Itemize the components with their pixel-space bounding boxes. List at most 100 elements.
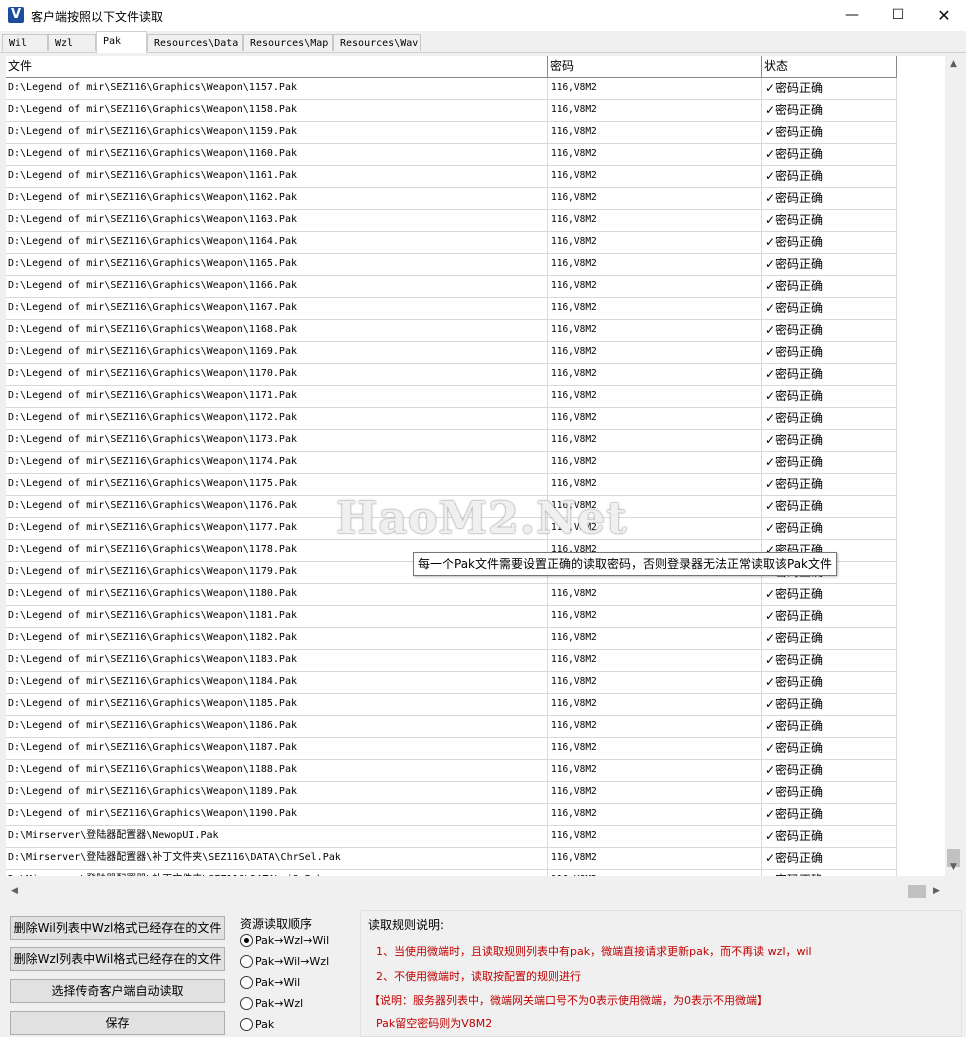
table-row[interactable]: D:\Legend of mir\SEZ116\Graphics\Weapon\… [6, 386, 897, 408]
column-header-password[interactable]: 密码 [548, 56, 762, 77]
horizontal-scrollbar[interactable]: ◀ ▶ [6, 883, 945, 900]
window-title: 客户端按照以下文件读取 [31, 10, 164, 24]
column-header-status[interactable]: 状态 [762, 56, 897, 77]
password-cell[interactable]: 116,V8M2 [548, 716, 762, 737]
radio-pak-wil[interactable]: Pak→Wil [240, 974, 300, 992]
scroll-right-icon[interactable]: ▶ [928, 883, 945, 900]
table-row[interactable]: D:\Legend of mir\SEZ116\Graphics\Weapon\… [6, 78, 897, 100]
save-button[interactable]: 保存 [10, 1011, 225, 1035]
password-cell[interactable]: 116,V8M2 [548, 122, 762, 143]
tab-resources-data[interactable]: Resources\Data [147, 34, 243, 51]
radio-pak-wil-wzl[interactable]: Pak→Wil→Wzl [240, 953, 329, 971]
password-cell[interactable]: 116,V8M2 [548, 408, 762, 429]
password-cell[interactable]: 116,V8M2 [548, 78, 762, 99]
vertical-scrollbar[interactable]: ▲ ▼ [945, 56, 962, 876]
table-row[interactable]: D:\Legend of mir\SEZ116\Graphics\Weapon\… [6, 122, 897, 144]
password-cell[interactable]: 116,V8M2 [548, 144, 762, 165]
password-cell[interactable]: 116,V8M2 [548, 342, 762, 363]
password-cell[interactable]: 116,V8M2 [548, 672, 762, 693]
radio-pak-wzl[interactable]: Pak→Wzl [240, 995, 303, 1013]
scroll-down-icon[interactable]: ▼ [945, 859, 962, 876]
table-row[interactable]: D:\Mirserver\登陆器配置器\补丁文件夹\SEZ116\DATA\Ch… [6, 848, 897, 870]
table-row[interactable]: D:\Legend of mir\SEZ116\Graphics\Weapon\… [6, 254, 897, 276]
password-cell[interactable]: 116,V8M2 [548, 320, 762, 341]
table-row[interactable]: D:\Legend of mir\SEZ116\Graphics\Weapon\… [6, 452, 897, 474]
password-cell[interactable]: 116,V8M2 [548, 848, 762, 869]
password-cell[interactable]: 116,V8M2 [548, 298, 762, 319]
table-row[interactable]: D:\Legend of mir\SEZ116\Graphics\Weapon\… [6, 584, 897, 606]
table-row[interactable]: D:\Legend of mir\SEZ116\Graphics\Weapon\… [6, 210, 897, 232]
table-row[interactable]: D:\Legend of mir\SEZ116\Graphics\Weapon\… [6, 320, 897, 342]
delete-wzl-in-wil-button[interactable]: 删除Wil列表中Wzl格式已经存在的文件 [10, 916, 225, 940]
password-cell[interactable]: 116,V8M2 [548, 804, 762, 825]
file-grid[interactable]: 文件 密码 状态 D:\Legend of mir\SEZ116\Graphic… [6, 56, 945, 876]
password-cell[interactable]: 116,V8M2 [548, 782, 762, 803]
table-row[interactable]: D:\Legend of mir\SEZ116\Graphics\Weapon\… [6, 672, 897, 694]
password-cell[interactable]: 116,V8M2 [548, 100, 762, 121]
password-cell[interactable]: 116,V8M2 [548, 628, 762, 649]
table-row[interactable]: D:\Legend of mir\SEZ116\Graphics\Weapon\… [6, 430, 897, 452]
table-row[interactable]: D:\Legend of mir\SEZ116\Graphics\Weapon\… [6, 188, 897, 210]
column-header-file[interactable]: 文件 [6, 56, 548, 77]
table-row[interactable]: D:\Legend of mir\SEZ116\Graphics\Weapon\… [6, 606, 897, 628]
password-cell[interactable]: 116,V8M2 [548, 738, 762, 759]
close-button[interactable]: ✕ [921, 0, 966, 31]
radio-pak[interactable]: Pak [240, 1016, 274, 1034]
password-cell[interactable]: 116,V8M2 [548, 760, 762, 781]
table-row[interactable]: D:\Mirserver\登陆器配置器\NewopUI.Pak 116,V8M2 ✓… [6, 826, 897, 848]
table-row[interactable]: D:\Legend of mir\SEZ116\Graphics\Weapon\… [6, 804, 897, 826]
tab-wil[interactable]: Wil [2, 34, 48, 51]
scroll-up-icon[interactable]: ▲ [945, 56, 962, 73]
password-cell[interactable]: 116,V8M2 [548, 430, 762, 451]
password-cell[interactable]: 116,V8M2 [548, 606, 762, 627]
password-cell[interactable]: 116,V8M2 [548, 276, 762, 297]
status-cell: ✓密码正确 [762, 760, 897, 781]
password-cell[interactable]: 116,V8M2 [548, 650, 762, 671]
password-cell[interactable]: 116,V8M2 [548, 474, 762, 495]
table-row[interactable]: D:\Legend of mir\SEZ116\Graphics\Weapon\… [6, 628, 897, 650]
maximize-button[interactable]: ☐ [875, 0, 921, 31]
password-cell[interactable]: 116,V8M2 [548, 584, 762, 605]
radio-pak-wzl-wil[interactable]: Pak→Wzl→Wil [240, 932, 329, 950]
table-row[interactable]: D:\Legend of mir\SEZ116\Graphics\Weapon\… [6, 782, 897, 804]
password-cell[interactable]: 116,V8M2 [548, 232, 762, 253]
file-cell: D:\Legend of mir\SEZ116\Graphics\Weapon\… [6, 78, 548, 99]
table-row[interactable]: D:\Legend of mir\SEZ116\Graphics\Weapon\… [6, 166, 897, 188]
password-cell[interactable]: 116,V8M2 [548, 166, 762, 187]
password-cell[interactable]: 116,V8M2 [548, 210, 762, 231]
tab-resources-wav[interactable]: Resources\Wav [333, 34, 421, 51]
password-cell[interactable]: 116,V8M2 [548, 870, 762, 876]
status-cell: ✓密码正确 [762, 408, 897, 429]
table-row[interactable]: D:\Legend of mir\SEZ116\Graphics\Weapon\… [6, 298, 897, 320]
minimize-button[interactable]: — [829, 0, 875, 31]
table-row[interactable]: D:\Legend of mir\SEZ116\Graphics\Weapon\… [6, 342, 897, 364]
password-cell[interactable]: 116,V8M2 [548, 386, 762, 407]
table-row[interactable]: D:\Legend of mir\SEZ116\Graphics\Weapon\… [6, 760, 897, 782]
table-row[interactable]: D:\Mirserver\登陆器配置器\补丁文件夹\SEZ116\DATA\ui… [6, 870, 897, 876]
table-row[interactable]: D:\Legend of mir\SEZ116\Graphics\Weapon\… [6, 650, 897, 672]
tab-wzl[interactable]: Wzl [48, 34, 96, 51]
delete-wil-in-wzl-button[interactable]: 删除Wzl列表中Wil格式已经存在的文件 [10, 947, 225, 971]
rule-line: 1、当使用微端时，且读取规则列表中有pak，微端直接请求更新pak，而不再读 w… [376, 945, 812, 958]
password-cell[interactable]: 116,V8M2 [548, 826, 762, 847]
horizontal-scroll-thumb[interactable] [908, 885, 926, 898]
table-row[interactable]: D:\Legend of mir\SEZ116\Graphics\Weapon\… [6, 100, 897, 122]
password-cell[interactable]: 116,V8M2 [548, 452, 762, 473]
status-cell: ✓密码正确 [762, 804, 897, 825]
table-row[interactable]: D:\Legend of mir\SEZ116\Graphics\Weapon\… [6, 144, 897, 166]
table-row[interactable]: D:\Legend of mir\SEZ116\Graphics\Weapon\… [6, 364, 897, 386]
table-row[interactable]: D:\Legend of mir\SEZ116\Graphics\Weapon\… [6, 738, 897, 760]
scroll-left-icon[interactable]: ◀ [6, 883, 23, 900]
password-cell[interactable]: 116,V8M2 [548, 364, 762, 385]
table-row[interactable]: D:\Legend of mir\SEZ116\Graphics\Weapon\… [6, 276, 897, 298]
auto-read-client-button[interactable]: 选择传奇客户端自动读取 [10, 979, 225, 1003]
password-cell[interactable]: 116,V8M2 [548, 694, 762, 715]
tab-pak[interactable]: Pak [96, 31, 147, 53]
table-row[interactable]: D:\Legend of mir\SEZ116\Graphics\Weapon\… [6, 408, 897, 430]
table-row[interactable]: D:\Legend of mir\SEZ116\Graphics\Weapon\… [6, 232, 897, 254]
table-row[interactable]: D:\Legend of mir\SEZ116\Graphics\Weapon\… [6, 716, 897, 738]
password-cell[interactable]: 116,V8M2 [548, 188, 762, 209]
tab-resources-map[interactable]: Resources\Map [243, 34, 333, 51]
password-cell[interactable]: 116,V8M2 [548, 254, 762, 275]
table-row[interactable]: D:\Legend of mir\SEZ116\Graphics\Weapon\… [6, 694, 897, 716]
